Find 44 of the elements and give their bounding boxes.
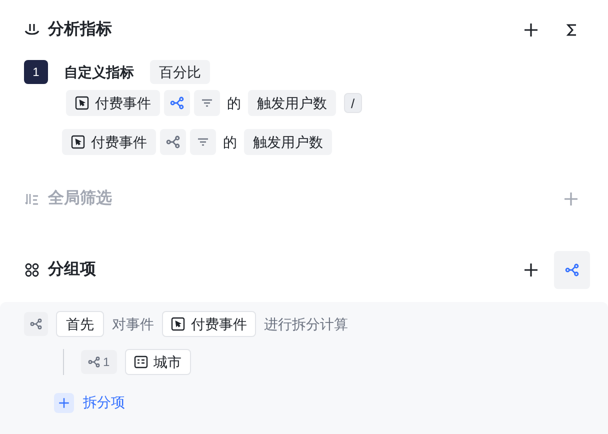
section-title: 分析指标 bbox=[48, 20, 112, 40]
filter-button[interactable] bbox=[194, 90, 220, 116]
plus-icon bbox=[523, 262, 539, 278]
split-icon bbox=[166, 135, 180, 149]
prefix-text: 对事件 bbox=[112, 314, 154, 334]
event-chip[interactable]: 付费事件 bbox=[62, 129, 156, 155]
plus-icon bbox=[523, 22, 539, 38]
field-icon bbox=[134, 355, 148, 369]
add-button[interactable] bbox=[522, 261, 540, 279]
split-icon bbox=[565, 263, 579, 277]
operator-chip[interactable]: / bbox=[344, 93, 362, 113]
event-icon bbox=[171, 317, 185, 331]
measure-chip[interactable]: 触发用户数 bbox=[248, 90, 336, 116]
index-badge: 1 bbox=[24, 60, 48, 84]
sort-filter-icon bbox=[24, 191, 40, 207]
split-icon bbox=[170, 96, 184, 110]
filter-button[interactable] bbox=[190, 129, 216, 155]
event-chip[interactable]: 付费事件 bbox=[162, 311, 256, 337]
split-mode-button[interactable] bbox=[554, 251, 590, 289]
plus-icon bbox=[563, 191, 579, 207]
metric-name: 自定义指标 bbox=[64, 62, 134, 82]
add-button[interactable] bbox=[522, 21, 540, 39]
event-icon bbox=[71, 135, 85, 149]
split-toggle-button[interactable] bbox=[160, 129, 186, 155]
split-level-badge: 1 bbox=[81, 350, 117, 374]
plus-icon bbox=[58, 396, 70, 408]
sigma-icon bbox=[565, 23, 579, 37]
suffix-text: 进行拆分计算 bbox=[264, 314, 348, 334]
connector-text: 的 bbox=[222, 132, 238, 152]
add-split-button[interactable]: 拆分项 bbox=[54, 392, 125, 413]
section-title: 全局筛选 bbox=[48, 188, 112, 209]
section-title: 分组项 bbox=[48, 260, 96, 280]
split-icon bbox=[30, 318, 42, 330]
connector-text: 的 bbox=[226, 94, 242, 112]
event-icon bbox=[75, 96, 89, 110]
format-chip[interactable]: 百分比 bbox=[150, 60, 210, 84]
split-toggle-button[interactable] bbox=[164, 90, 190, 116]
measure-chip[interactable]: 触发用户数 bbox=[244, 129, 332, 155]
field-chip[interactable]: 城市 bbox=[124, 349, 191, 375]
event-chip[interactable]: 付费事件 bbox=[66, 90, 160, 116]
metric-icon bbox=[24, 22, 40, 38]
group-icon bbox=[24, 262, 40, 278]
split-icon bbox=[88, 356, 100, 368]
order-chip[interactable]: 首先 bbox=[56, 311, 104, 337]
